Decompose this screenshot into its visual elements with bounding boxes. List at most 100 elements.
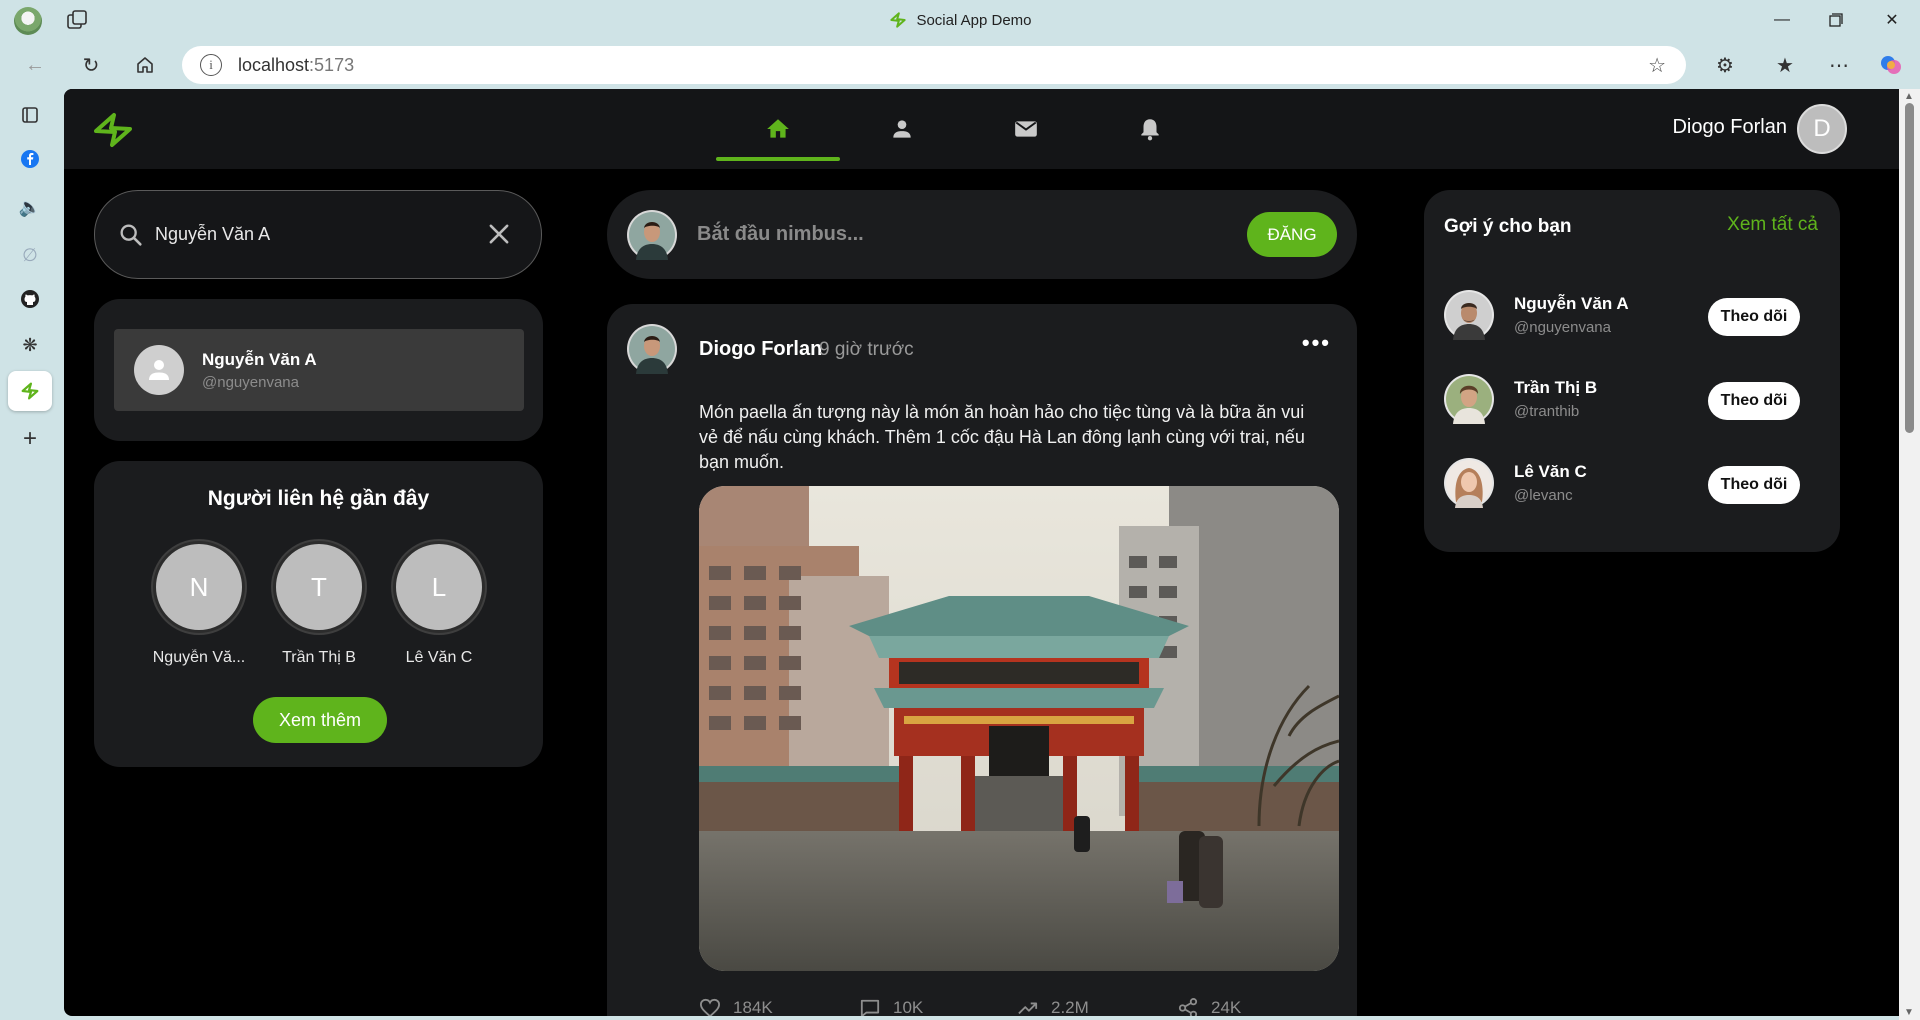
mail-icon [1015,121,1037,137]
app-viewport: Diogo Forlan D Nguyễn Văn A @nguyenvana … [64,89,1899,1016]
app-header: Diogo Forlan D [64,89,1899,169]
clear-search-icon[interactable] [485,220,513,248]
suggestion-item: Trần Thị B @tranthib Theo dõi [1444,368,1824,428]
site-info-icon[interactable]: i [200,54,222,76]
social-app-sidebar-icon[interactable] [8,371,52,411]
suggestion-name[interactable]: Nguyễn Văn A [1514,294,1629,314]
scrollbar-thumb[interactable] [1905,103,1914,433]
heart-icon [699,998,721,1016]
search-input[interactable] [155,224,475,245]
views-button[interactable]: 2.2M [1017,998,1089,1016]
contact-item[interactable]: N Nguyễn Vă... [139,541,259,667]
contact-avatar: T [273,541,365,633]
shrine-gate-photo [699,486,1339,971]
avatar [134,345,184,395]
close-window-button[interactable]: ✕ [1864,0,1920,40]
favorite-star-icon[interactable]: ☆ [1648,53,1666,78]
search-result-item[interactable]: Nguyễn Văn A @nguyenvana [114,329,524,411]
post-options-icon[interactable]: ••• [1302,330,1331,356]
suggestion-name[interactable]: Trần Thị B [1514,378,1597,398]
scroll-up-icon[interactable]: ▲ [1904,91,1914,102]
app-favicon-icon [890,12,907,28]
post-author-avatar[interactable] [627,324,677,374]
contact-item[interactable]: T Trần Thị B [259,541,379,667]
follow-button[interactable]: Theo dõi [1708,298,1800,336]
github-icon[interactable] [16,285,44,313]
reload-button[interactable]: ↻ [74,48,108,82]
follow-button[interactable]: Theo dõi [1708,466,1800,504]
facebook-icon[interactable] [16,145,44,173]
copilot-icon[interactable] [1874,48,1908,82]
bolt-icon [21,382,39,400]
suggestion-name[interactable]: Lê Văn C [1514,462,1587,482]
openai-icon[interactable]: ❋ [16,331,44,359]
comment-button[interactable]: 10K [859,998,923,1016]
suggestion-handle: @tranthib [1514,403,1580,420]
restore-icon [1829,13,1843,27]
current-user-name[interactable]: Diogo Forlan [1672,116,1787,139]
loading-sidebar-icon[interactable]: ∅ [16,241,44,269]
comment-icon [860,999,880,1016]
post-card: Diogo Forlan 9 giờ trước ••• Món paella … [607,304,1357,1016]
restore-button[interactable] [1808,0,1864,40]
contact-item[interactable]: L Lê Văn C [379,541,499,667]
contact-name: Nguyễn Vă... [152,649,246,666]
current-user-avatar[interactable]: D [1797,104,1847,154]
suggestion-avatar[interactable] [1444,458,1494,508]
post-author-name[interactable]: Diogo Forlan [699,338,822,361]
recent-contacts-title: Người liên hệ gần đây [207,487,430,510]
like-button[interactable]: 184K [699,998,773,1016]
suggestion-avatar[interactable] [1444,290,1494,340]
post-text: Món paella ấn tượng này là món ăn hoàn h… [699,402,1305,472]
share-count: 24K [1211,998,1242,1016]
tab-notifications[interactable] [1088,89,1212,169]
post-composer: Bắt đầu nimbus... ĐĂNG [607,190,1357,279]
suggestion-handle: @levanc [1514,487,1573,504]
tab-profile[interactable] [840,89,964,169]
share-button[interactable]: 24K [1177,998,1241,1016]
see-all-link[interactable]: Xem tất cả [1727,214,1818,236]
browser-toolbar: ← ↻ i localhost:5173 ☆ ⚙ ★ ⋯ [0,40,1920,89]
copilot-logo-icon [1881,56,1901,74]
tab-home[interactable] [716,89,840,169]
result-handle: @nguyenvana [202,373,299,391]
page-scrollbar[interactable]: ▲ ▼ [1899,89,1920,1020]
search-results-card: Nguyễn Văn A @nguyenvana [94,299,543,441]
add-sidebar-icon[interactable]: + [16,425,44,453]
url-text: localhost:5173 [238,54,355,75]
like-count: 184K [733,998,773,1016]
search-icon [120,224,142,246]
scroll-down-icon[interactable]: ▼ [1904,1007,1914,1018]
minimize-button[interactable]: — [1754,0,1810,40]
extensions-icon[interactable]: ⚙ [1708,48,1742,82]
back-button[interactable]: ← [18,48,52,82]
follow-button[interactable]: Theo dõi [1708,382,1800,420]
post-timestamp: 9 giờ trước [819,339,914,360]
composer-avatar [627,209,677,260]
favorites-icon[interactable]: ★ [1768,48,1802,82]
bell-icon [1141,119,1159,141]
sound-icon[interactable]: 🔈 [16,193,44,221]
browser-sidebar: 🔈 ∅ ❋ + [0,89,64,1020]
more-menu-icon[interactable]: ⋯ [1822,48,1856,82]
suggestion-item: Lê Văn C @levanc Theo dõi [1444,452,1824,512]
suggestions-title: Gợi ý cho bạn [1444,216,1572,237]
contact-avatar: N [153,541,245,633]
see-more-button[interactable]: Xem thêm [253,697,387,743]
view-count: 2.2M [1051,998,1089,1016]
suggestion-item: Nguyễn Văn A @nguyenvana Theo dõi [1444,284,1824,344]
composer-placeholder[interactable]: Bắt đầu nimbus... [697,223,864,246]
tab-messages[interactable] [964,89,1088,169]
comment-count: 10K [893,998,924,1016]
home-icon [767,119,789,138]
post-submit-button[interactable]: ĐĂNG [1247,212,1337,257]
suggestion-avatar[interactable] [1444,374,1494,424]
app-logo-icon[interactable] [92,109,134,151]
tabs-panel-icon[interactable] [16,101,44,129]
home-button[interactable] [128,48,162,82]
address-bar[interactable]: i localhost:5173 ☆ [182,46,1686,84]
contact-avatar: L [393,541,485,633]
post-image[interactable] [699,486,1339,971]
suggestions-card: Gợi ý cho bạn Xem tất cả Nguyễn Văn A @n… [1424,190,1840,552]
suggestion-handle: @nguyenvana [1514,319,1611,336]
